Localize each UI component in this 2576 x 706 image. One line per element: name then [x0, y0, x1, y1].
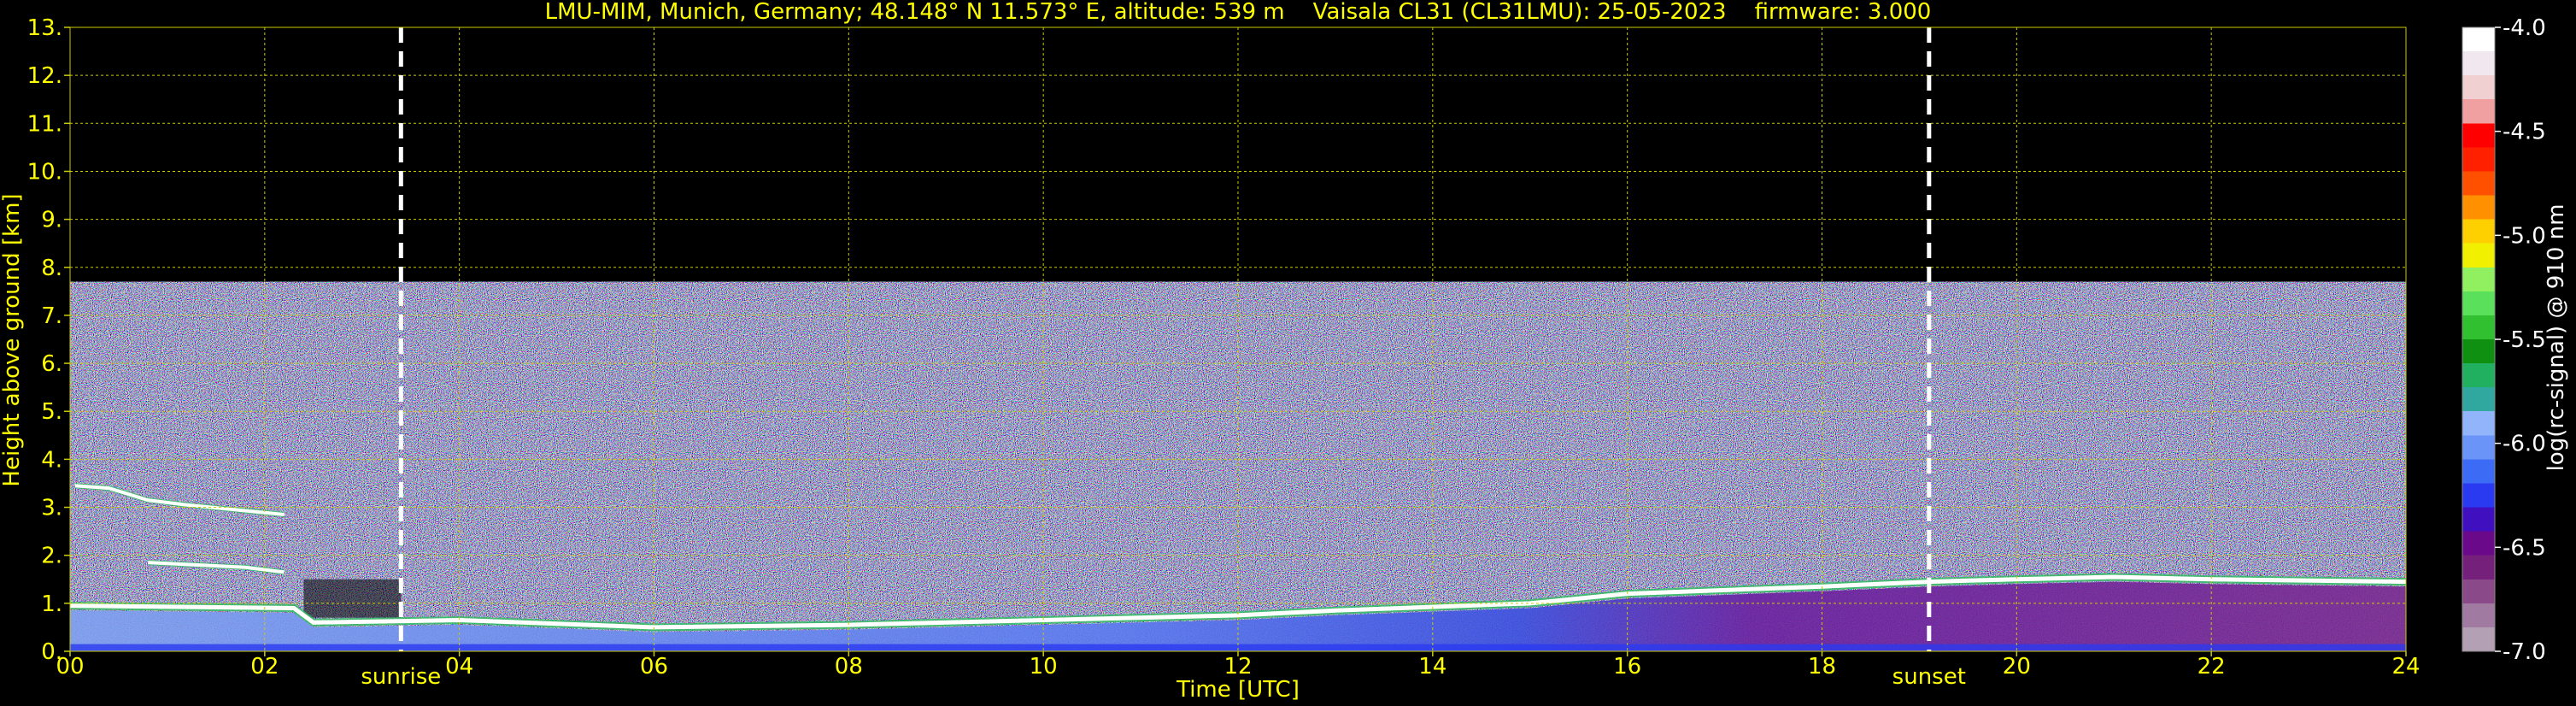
- colorbar-tick-label: -5.5: [2503, 327, 2546, 353]
- colorbar-label: log(rc-signal) @ 910 nm: [2544, 204, 2569, 472]
- y-tick-label: 7.: [41, 303, 62, 329]
- y-tick-label: 4.: [41, 447, 62, 473]
- y-tick-label: 13.: [27, 15, 62, 41]
- x-tick-label: 24: [2391, 654, 2420, 680]
- colorbar-tick-label: -6.5: [2503, 535, 2546, 561]
- y-axis-label: Height above ground [km]: [0, 193, 25, 486]
- y-tick-label: 11.: [27, 111, 62, 137]
- x-tick-label: 22: [2198, 654, 2226, 680]
- y-tick-label: 3.: [41, 496, 62, 521]
- x-tick-label: 10: [1030, 654, 1058, 680]
- x-tick-label: 14: [1418, 654, 1446, 680]
- low-signal-gap: [303, 579, 402, 618]
- x-tick-label: 18: [1808, 654, 1836, 680]
- y-axis-ticks: 0.1.2.3.4.5.6.7.8.9.10.11.12.13.: [27, 15, 70, 665]
- colorbar-tick-label: -4.5: [2503, 120, 2546, 145]
- y-tick-label: 8.: [41, 256, 62, 281]
- y-tick-label: 5.: [41, 399, 62, 425]
- x-tick-label: 08: [835, 654, 863, 680]
- y-tick-label: 6.: [41, 351, 62, 377]
- x-tick-label: 04: [445, 654, 473, 680]
- y-tick-label: 2.: [41, 544, 62, 569]
- colorbar-tick-label: -4.0: [2503, 15, 2546, 41]
- y-tick-label: 10.: [27, 159, 62, 185]
- y-tick-label: 12.: [27, 63, 62, 89]
- colorbar-tick-label: -7.0: [2503, 639, 2546, 665]
- y-tick-label: 9.: [41, 208, 62, 233]
- x-tick-label: 02: [250, 654, 279, 680]
- colorbar-tick-label: -6.0: [2503, 432, 2546, 457]
- marker-label: sunrise: [361, 664, 441, 690]
- x-axis-label: Time [UTC]: [1176, 677, 1300, 703]
- colorbar: -4.0 -4.5 -5.0 -5.5 -6.0 -6.5 -7.0 log(rc-sign…: [2462, 15, 2569, 665]
- x-tick-label: 00: [56, 654, 84, 680]
- x-tick-label: 06: [640, 654, 668, 680]
- colorbar-gradient: [2462, 26, 2496, 652]
- x-tick-label: 12: [1223, 654, 1252, 680]
- x-tick-label: 16: [1613, 654, 1641, 680]
- ceilometer-chart: sunrise sunset 0.1.2.3.4.5.6.7.8.9.10.11.…: [0, 0, 2569, 703]
- colorbar-tick-label: -5.0: [2503, 223, 2546, 249]
- chart-title: LMU-MIM, Munich, Germany; 48.148° N 11.5…: [545, 0, 1932, 25]
- y-tick-label: 1.: [41, 591, 62, 617]
- marker-label: sunset: [1892, 664, 1966, 690]
- x-tick-label: 20: [2003, 654, 2031, 680]
- colorbar-ticks: -4.0 -4.5 -5.0 -5.5 -6.0 -6.5 -7.0: [2495, 15, 2546, 665]
